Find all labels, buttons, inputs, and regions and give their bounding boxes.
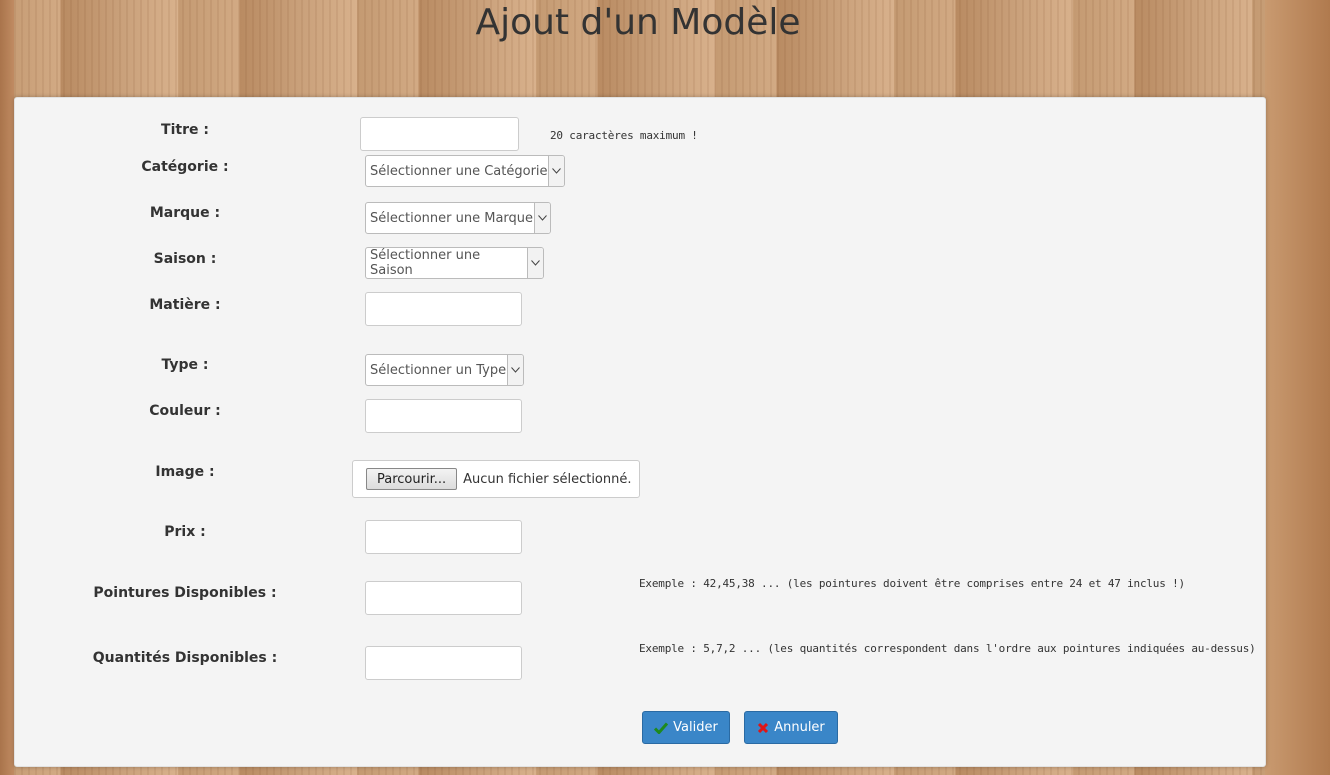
categorie-selected: Sélectionner une Catégorie	[370, 163, 548, 179]
titre-hint: 20 caractères maximum !	[550, 129, 698, 142]
quantites-input[interactable]	[365, 646, 522, 680]
type-selected: Sélectionner un Type	[370, 362, 507, 378]
titre-input[interactable]	[360, 117, 519, 151]
categorie-select[interactable]: Sélectionner une Catégorie	[365, 155, 565, 187]
check-icon	[654, 722, 669, 734]
matiere-label: Matière :	[149, 297, 221, 313]
marque-label: Marque :	[149, 205, 221, 221]
prix-label: Prix :	[164, 524, 206, 540]
wood-background-right	[1265, 0, 1330, 775]
annuler-button[interactable]: Annuler	[744, 711, 838, 744]
titre-label: Titre :	[161, 122, 209, 138]
chevron-down-icon	[507, 355, 523, 385]
saison-select[interactable]: Sélectionner une Saison	[365, 247, 544, 279]
type-select[interactable]: Sélectionner un Type	[365, 354, 524, 386]
image-file-input[interactable]: Parcourir... Aucun fichier sélectionné.	[352, 460, 640, 498]
quantites-hint: Exemple : 5,7,2 ... (les quantités corre…	[639, 642, 1256, 655]
page-title: Ajout d'un Modèle	[475, 2, 801, 43]
couleur-input[interactable]	[365, 399, 522, 433]
chevron-down-icon	[548, 156, 564, 186]
pointures-label: Pointures Disponibles :	[93, 585, 277, 601]
x-icon	[758, 722, 769, 733]
pointures-hint: Exemple : 42,45,38 ... (les pointures do…	[639, 577, 1185, 590]
type-label: Type :	[161, 357, 209, 373]
valider-button[interactable]: Valider	[642, 711, 730, 744]
image-label: Image :	[155, 464, 215, 480]
chevron-down-icon	[534, 203, 550, 233]
couleur-label: Couleur :	[149, 403, 221, 419]
browse-button[interactable]: Parcourir...	[366, 468, 458, 490]
annuler-label: Annuler	[774, 720, 825, 735]
categorie-label: Catégorie :	[141, 159, 229, 175]
pointures-input[interactable]	[365, 581, 522, 615]
chevron-down-icon	[527, 248, 543, 278]
marque-selected: Sélectionner une Marque	[370, 210, 534, 226]
valider-label: Valider	[673, 720, 718, 735]
prix-input[interactable]	[365, 520, 522, 554]
wood-background-left	[0, 0, 14, 775]
saison-selected: Sélectionner une Saison	[370, 248, 481, 278]
file-status: Aucun fichier sélectionné.	[463, 471, 632, 487]
marque-select[interactable]: Sélectionner une Marque	[365, 202, 551, 234]
quantites-label: Quantités Disponibles :	[92, 650, 278, 666]
form-panel: Titre : 20 caractères maximum ! Catégori…	[14, 97, 1266, 767]
saison-label: Saison :	[153, 251, 217, 267]
matiere-input[interactable]	[365, 292, 522, 326]
